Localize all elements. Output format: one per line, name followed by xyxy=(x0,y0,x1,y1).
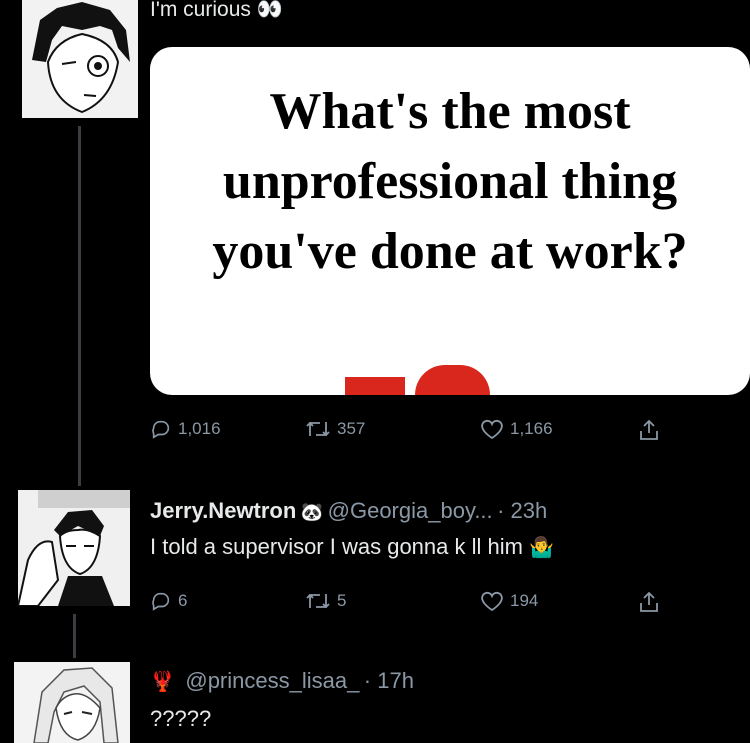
heart-icon xyxy=(481,591,503,612)
heart-icon xyxy=(481,419,503,440)
retweet-icon xyxy=(306,593,330,609)
like-button[interactable]: 194 xyxy=(480,590,538,612)
tweet-text: I'm curious 👀 xyxy=(150,0,283,22)
thread-line xyxy=(78,126,81,486)
tweet-text-content: I'm curious xyxy=(150,0,251,21)
lobster-emoji: 🦞 xyxy=(150,671,175,693)
share-button[interactable] xyxy=(638,418,660,442)
timestamp[interactable]: · 17h xyxy=(364,668,414,693)
user-handle[interactable]: @princess_lisaa_ xyxy=(185,668,359,693)
tweet-header: Jerry.Newtron 🐼 @Georgia_boy... · 23h xyxy=(150,498,547,524)
tweet-header: 🦞 @princess_lisaa_ · 17h xyxy=(150,668,414,694)
tweet-text: ????? xyxy=(150,706,212,731)
avatar[interactable] xyxy=(14,662,130,743)
eyes-emoji: 👀 xyxy=(256,0,283,21)
reply-icon xyxy=(152,420,170,439)
display-name[interactable]: Jerry.Newtron xyxy=(150,498,296,523)
like-count: 194 xyxy=(510,591,539,610)
card-logo-fragment xyxy=(345,377,405,395)
tweet-text-content: I told a supervisor I was gonna k ll him xyxy=(150,534,523,559)
avatar-image xyxy=(14,662,130,743)
tweet-text: I told a supervisor I was gonna k ll him… xyxy=(150,534,554,560)
thread-line xyxy=(73,614,76,658)
avatar-image xyxy=(18,490,130,606)
retweet-icon xyxy=(306,421,330,437)
tweet-actions: 6 5 194 xyxy=(150,590,670,620)
card-headline: What's the most unprofessional thing you… xyxy=(212,83,688,280)
share-icon xyxy=(640,591,658,612)
tweet-actions: 1,016 357 1,166 xyxy=(150,418,670,448)
user-handle[interactable]: @Georgia_boy... xyxy=(328,498,493,523)
reply-icon xyxy=(152,592,170,611)
avatar-image xyxy=(22,0,138,118)
media-card[interactable]: What's the most unprofessional thing you… xyxy=(150,47,750,395)
reply-button[interactable]: 1,016 xyxy=(150,418,221,440)
reply-count: 1,016 xyxy=(178,419,221,438)
like-button[interactable]: 1,166 xyxy=(480,418,553,440)
retweet-count: 5 xyxy=(337,591,347,610)
reply-count: 6 xyxy=(178,591,188,610)
avatar[interactable] xyxy=(22,0,138,118)
shrug-emoji: 🤷‍♂️ xyxy=(529,537,554,559)
share-icon xyxy=(640,419,658,440)
reply-button[interactable]: 6 xyxy=(150,590,187,612)
panda-emoji: 🐼 xyxy=(300,502,324,522)
retweet-count: 357 xyxy=(337,419,366,438)
card-logo-fragment xyxy=(415,365,490,395)
retweet-button[interactable]: 357 xyxy=(305,418,365,440)
timestamp[interactable]: · 23h xyxy=(497,498,547,523)
retweet-button[interactable]: 5 xyxy=(305,590,346,612)
avatar[interactable] xyxy=(18,490,130,606)
like-count: 1,166 xyxy=(510,419,553,438)
share-button[interactable] xyxy=(638,590,660,614)
